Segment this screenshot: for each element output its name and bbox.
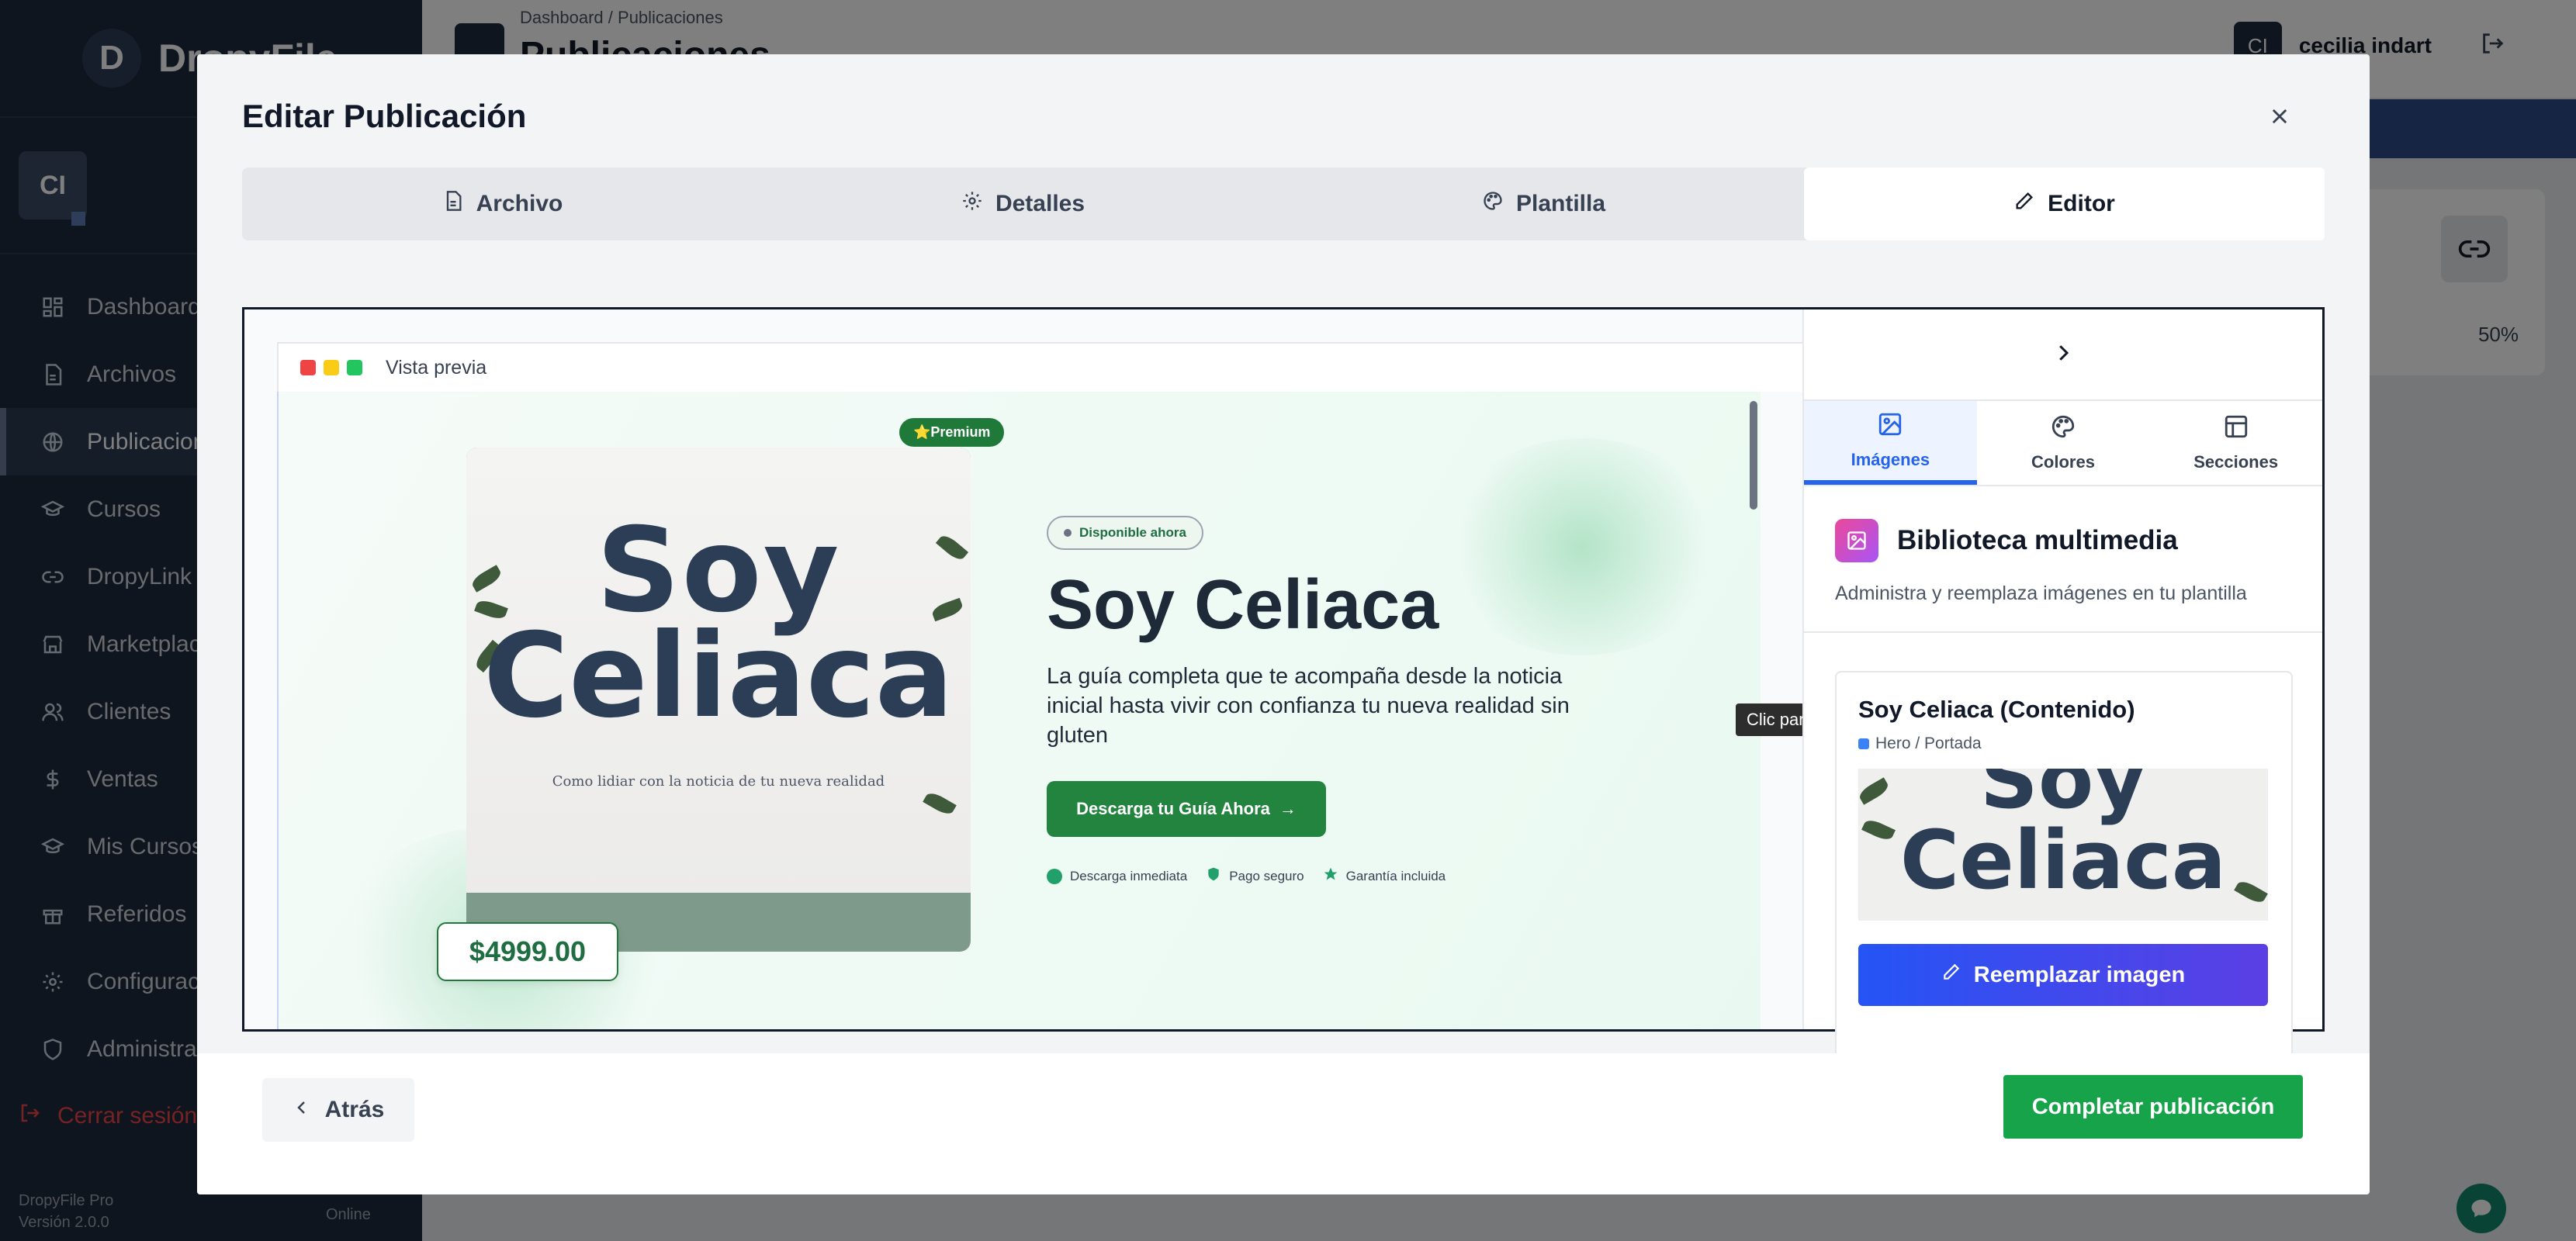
cover-image-art: Soy Celiaca Como lidiar con la noticia d… <box>466 448 971 893</box>
trust-item: Garantía incluida <box>1323 866 1446 886</box>
template-preview: Vista previa Soy Celiaca Como lidiar con… <box>244 309 1806 1029</box>
modal-footer: Atrás Completar publicación <box>197 1053 2370 1194</box>
image-card-tag: Hero / Portada <box>1858 735 1982 753</box>
collapse-panel-button[interactable] <box>1804 309 2322 401</box>
status-dot <box>1064 529 1072 537</box>
media-library-header: Biblioteca multimedia Administra y reemp… <box>1804 486 2322 633</box>
document-icon <box>442 190 464 218</box>
hero-description[interactable]: La guía completa que te acompaña desde l… <box>1047 662 1574 750</box>
preview-canvas[interactable]: Soy Celiaca Como lidiar con la noticia d… <box>277 392 1761 1029</box>
trust-label: Pago seguro <box>1229 868 1304 883</box>
modal-tabs: Archivo Detalles Plantilla Editor <box>242 168 2325 240</box>
tab-label: Editor <box>2048 191 2115 216</box>
decorative-glow <box>1442 438 1722 655</box>
replace-image-button[interactable]: Reemplazar imagen <box>1858 944 2268 1006</box>
pencil-icon <box>2013 190 2035 218</box>
trust-label: Garantía incluida <box>1345 868 1446 883</box>
check-circle-icon <box>1047 868 1062 884</box>
media-library-subtitle: Administra y reemplaza imágenes en tu pl… <box>1835 582 2247 604</box>
price-tag[interactable]: $4999.00 <box>437 922 618 981</box>
tab-label: Plantilla <box>1515 191 1606 216</box>
trust-label: Descarga inmediata <box>1070 868 1188 883</box>
star-icon <box>1323 866 1338 886</box>
image-icon <box>1877 411 1903 442</box>
replace-image-label: Reemplazar imagen <box>1973 962 2186 987</box>
premium-badge: ⭐Premium <box>899 418 1005 447</box>
trust-badges: Descarga inmediata Pago seguro Garantía … <box>1047 866 1446 886</box>
tab-plantilla[interactable]: Plantilla <box>1283 168 1804 240</box>
close-icon <box>2269 105 2290 131</box>
hero-heading[interactable]: Soy Celiaca <box>1047 565 1439 645</box>
trust-item: Descarga inmediata <box>1047 866 1187 886</box>
trust-item: Pago seguro <box>1206 866 1304 886</box>
image-card-tag-label: Hero / Portada <box>1875 735 1982 752</box>
availability-badge[interactable]: Disponible ahora <box>1047 516 1203 550</box>
availability-text: Disponible ahora <box>1079 525 1186 540</box>
panel-tabs: Imágenes Colores Secciones <box>1804 401 2322 486</box>
panel-tab-label: Secciones <box>2193 452 2279 472</box>
image-card-title: Soy Celiaca (Contenido) <box>1858 696 2135 723</box>
cover-image[interactable]: Soy Celiaca Como lidiar con la noticia d… <box>466 448 971 952</box>
panel-tab-colores[interactable]: Colores <box>1977 401 2150 485</box>
media-library-icon <box>1835 519 1878 562</box>
close-button[interactable] <box>2264 102 2295 133</box>
editor-panel: Imágenes Colores Secciones Biblioteca mu… <box>1802 309 2322 1059</box>
preview-bar: Vista previa <box>277 342 1806 392</box>
panel-tab-label: Colores <box>2031 452 2095 472</box>
tab-editor[interactable]: Editor <box>1804 168 2325 240</box>
edit-publication-modal: Editar Publicación Archivo Detalles Plan… <box>197 54 2370 1194</box>
tag-dot <box>1858 738 1869 749</box>
chevron-right-icon <box>2051 341 2075 368</box>
back-button[interactable]: Atrás <box>262 1078 414 1142</box>
panel-tab-imagenes[interactable]: Imágenes <box>1804 401 1977 485</box>
palette-icon <box>2050 413 2076 444</box>
tab-detalles[interactable]: Detalles <box>763 168 1283 240</box>
modal-title: Editar Publicación <box>242 98 527 134</box>
pencil-icon <box>1941 962 1961 988</box>
cover-subtitle: Como lidiar con la noticia de tu nueva r… <box>552 773 885 790</box>
window-dot-red <box>300 360 316 375</box>
palette-icon <box>1482 190 1504 218</box>
gear-icon <box>961 190 983 218</box>
tab-label: Detalles <box>995 191 1085 216</box>
panel-tab-label: Imágenes <box>1851 450 1930 469</box>
modal-header: Editar Publicación <box>197 54 2370 166</box>
complete-publication-button[interactable]: Completar publicación <box>2003 1075 2303 1139</box>
media-library-title: Biblioteca multimedia <box>1897 525 2178 555</box>
tab-archivo[interactable]: Archivo <box>242 168 763 240</box>
chevron-left-icon <box>293 1097 311 1123</box>
editor-frame: Vista previa Soy Celiaca Como lidiar con… <box>242 307 2325 1059</box>
cover-title-line2: Celiaca <box>483 609 954 744</box>
preview-label: Vista previa <box>386 356 487 379</box>
cta-label: Descarga tu Guía Ahora <box>1076 799 1270 818</box>
panel-tab-secciones[interactable]: Secciones <box>2149 401 2322 485</box>
tab-label: Archivo <box>476 191 563 216</box>
preview-scrollbar[interactable] <box>1750 401 1757 510</box>
back-label: Atrás <box>324 1097 385 1122</box>
window-dot-yellow <box>324 360 339 375</box>
image-card: Soy Celiaca (Contenido) Hero / Portada S… <box>1835 671 2293 1059</box>
window-dot-green <box>347 360 362 375</box>
arrow-right-icon: → <box>1279 799 1297 818</box>
download-cta-button[interactable]: Descarga tu Guía Ahora → <box>1047 781 1326 837</box>
image-thumbnail[interactable]: Soy Celiaca <box>1858 769 2268 921</box>
thumbnail-text: Soy Celiaca <box>1899 769 2227 907</box>
shield-check-icon <box>1206 866 1221 886</box>
layout-icon <box>2223 413 2249 444</box>
